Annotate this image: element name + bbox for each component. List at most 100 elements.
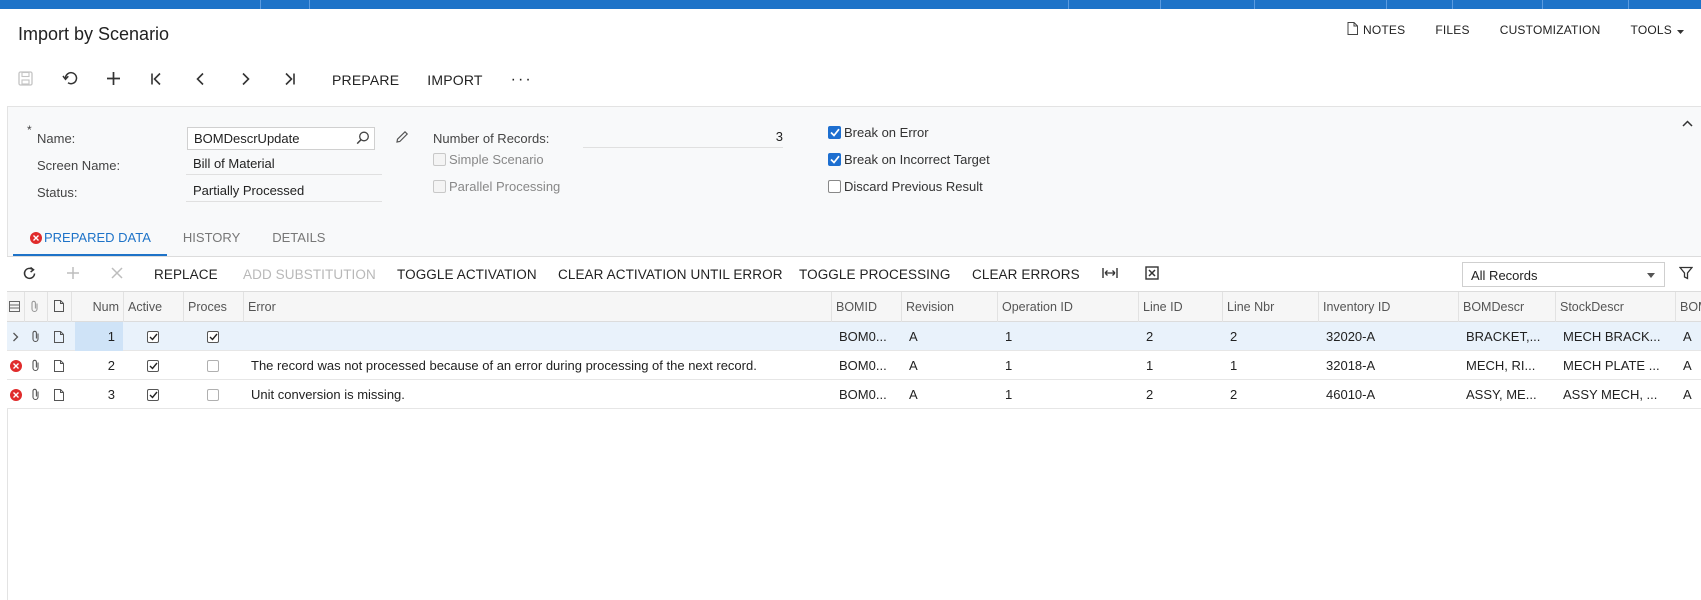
revision-cell[interactable]: A — [901, 351, 997, 380]
column-header-operation-id[interactable]: Operation ID — [997, 292, 1138, 322]
edit-icon[interactable] — [395, 130, 409, 147]
customization-link[interactable]: CUSTOMIZATION — [1500, 23, 1601, 37]
processed-cell[interactable] — [183, 322, 243, 351]
line-id-cell[interactable]: 1 — [1138, 351, 1222, 380]
tab-history[interactable]: HISTORY — [167, 226, 256, 256]
stockdescr-cell[interactable]: MECH PLATE ... — [1555, 351, 1675, 380]
num-cell[interactable]: 3 — [75, 380, 123, 409]
next-record-button[interactable] — [238, 68, 282, 92]
column-header-inventory-id[interactable]: Inventory ID — [1318, 292, 1458, 322]
revision-cell[interactable]: A — [901, 322, 997, 351]
column-header-revision[interactable]: Revision — [901, 292, 997, 322]
break-on-incorrect-target-checkbox[interactable]: Break on Incorrect Target — [828, 152, 990, 167]
more-actions-button[interactable]: ··· — [511, 71, 533, 89]
column-header-error[interactable]: Error — [243, 292, 831, 322]
column-header-bomdescr[interactable]: BOMDescr — [1458, 292, 1555, 322]
note-cell[interactable] — [47, 380, 71, 409]
table-row[interactable]: 1 BOM0... A 1 2 2 32020-A BRACKET,... ME… — [7, 322, 1701, 351]
bomid-cell[interactable]: BOM0... — [831, 351, 901, 380]
operation-id-cell[interactable]: 1 — [997, 351, 1138, 380]
save-button[interactable] — [18, 68, 62, 92]
records-filter-select[interactable]: All Records — [1462, 262, 1665, 287]
attachment-cell[interactable] — [24, 351, 47, 380]
num-cell[interactable]: 1 — [75, 322, 123, 351]
fit-columns-button[interactable] — [1102, 257, 1118, 292]
bomid-cell[interactable]: BOM0... — [831, 380, 901, 409]
table-row[interactable]: 3 Unit conversion is missing. BOM0... A … — [7, 380, 1701, 409]
attachment-cell[interactable] — [24, 380, 47, 409]
bomdescr-cell[interactable]: MECH, RI... — [1458, 351, 1555, 380]
tab-details[interactable]: DETAILS — [256, 226, 341, 256]
inventory-id-cell[interactable]: 46010-A — [1318, 380, 1458, 409]
active-cell[interactable] — [123, 351, 183, 380]
active-cell[interactable] — [123, 380, 183, 409]
toggle-activation-button[interactable]: TOGGLE ACTIVATION — [397, 257, 537, 292]
first-record-button[interactable] — [150, 68, 194, 92]
processed-cell[interactable] — [183, 380, 243, 409]
note-cell[interactable] — [47, 322, 71, 351]
error-cell[interactable]: Unit conversion is missing. — [243, 380, 831, 409]
simple-scenario-checkbox[interactable]: Simple Scenario — [433, 152, 544, 167]
column-header-processed[interactable]: Proces — [183, 292, 243, 322]
toggle-processing-button[interactable]: TOGGLE PROCESSING — [799, 257, 951, 292]
stockdescr-cell[interactable]: MECH BRACK... — [1555, 322, 1675, 351]
column-selector-header[interactable] — [7, 292, 24, 322]
previous-record-button[interactable] — [194, 68, 238, 92]
column-header-line-id[interactable]: Line ID — [1138, 292, 1222, 322]
bomdescr-cell[interactable]: BRACKET,... — [1458, 322, 1555, 351]
files-link[interactable]: FILES — [1435, 23, 1469, 37]
clear-errors-button[interactable]: CLEAR ERRORS — [972, 257, 1080, 292]
replace-button[interactable]: REPLACE — [154, 257, 218, 292]
delete-row-button[interactable] — [111, 257, 123, 292]
line-nbr-cell[interactable]: 1 — [1222, 351, 1318, 380]
column-header-bom[interactable]: BOM — [1675, 292, 1701, 322]
export-excel-button[interactable] — [1145, 257, 1159, 292]
clear-activation-until-error-button[interactable]: CLEAR ACTIVATION UNTIL ERROR — [558, 257, 783, 292]
add-row-button[interactable] — [66, 257, 80, 292]
bomdescr-cell[interactable]: ASSY, ME... — [1458, 380, 1555, 409]
stockdescr-cell[interactable]: ASSY MECH, ... — [1555, 380, 1675, 409]
discard-previous-result-checkbox[interactable]: Discard Previous Result — [828, 179, 983, 194]
line-id-cell[interactable]: 2 — [1138, 380, 1222, 409]
table-row[interactable]: 2 The record was not processed because o… — [7, 351, 1701, 380]
collapse-button[interactable] — [1682, 115, 1693, 130]
add-substitution-button[interactable]: ADD SUBSTITUTION — [243, 257, 376, 292]
bom-cell[interactable]: A — [1675, 322, 1701, 351]
bomid-cell[interactable]: BOM0... — [831, 322, 901, 351]
add-button[interactable] — [106, 68, 150, 92]
column-header-line-nbr[interactable]: Line Nbr — [1222, 292, 1318, 322]
active-cell[interactable] — [123, 322, 183, 351]
search-icon[interactable] — [356, 131, 370, 148]
inventory-id-cell[interactable]: 32018-A — [1318, 351, 1458, 380]
prepare-button[interactable]: PREPARE — [332, 72, 399, 88]
parallel-processing-checkbox[interactable]: Parallel Processing — [433, 179, 560, 194]
column-header-active[interactable]: Active — [123, 292, 183, 322]
column-header-num[interactable]: Num — [71, 292, 123, 322]
error-cell[interactable] — [243, 322, 831, 351]
import-button[interactable]: IMPORT — [427, 72, 482, 88]
bom-cell[interactable]: A — [1675, 380, 1701, 409]
line-nbr-cell[interactable]: 2 — [1222, 322, 1318, 351]
line-id-cell[interactable]: 2 — [1138, 322, 1222, 351]
column-header-bomid[interactable]: BOMID — [831, 292, 901, 322]
revision-cell[interactable]: A — [901, 380, 997, 409]
operation-id-cell[interactable]: 1 — [997, 380, 1138, 409]
notes-link[interactable]: NOTES — [1347, 22, 1405, 38]
bom-cell[interactable]: A — [1675, 351, 1701, 380]
inventory-id-cell[interactable]: 32020-A — [1318, 322, 1458, 351]
tab-prepared-data[interactable]: PREPARED DATA — [13, 226, 167, 256]
line-nbr-cell[interactable]: 2 — [1222, 380, 1318, 409]
tools-menu[interactable]: TOOLS — [1631, 23, 1689, 37]
filter-button[interactable] — [1678, 257, 1694, 292]
column-header-stockdescr[interactable]: StockDescr — [1555, 292, 1675, 322]
note-cell[interactable] — [47, 351, 71, 380]
operation-id-cell[interactable]: 1 — [997, 322, 1138, 351]
last-record-button[interactable] — [282, 68, 332, 92]
error-cell[interactable]: The record was not processed because of … — [243, 351, 831, 380]
attachment-cell[interactable] — [24, 322, 47, 351]
refresh-button[interactable] — [22, 257, 37, 292]
undo-button[interactable] — [62, 68, 106, 92]
expand-row-button[interactable] — [7, 322, 24, 351]
processed-cell[interactable] — [183, 351, 243, 380]
num-cell[interactable]: 2 — [75, 351, 123, 380]
